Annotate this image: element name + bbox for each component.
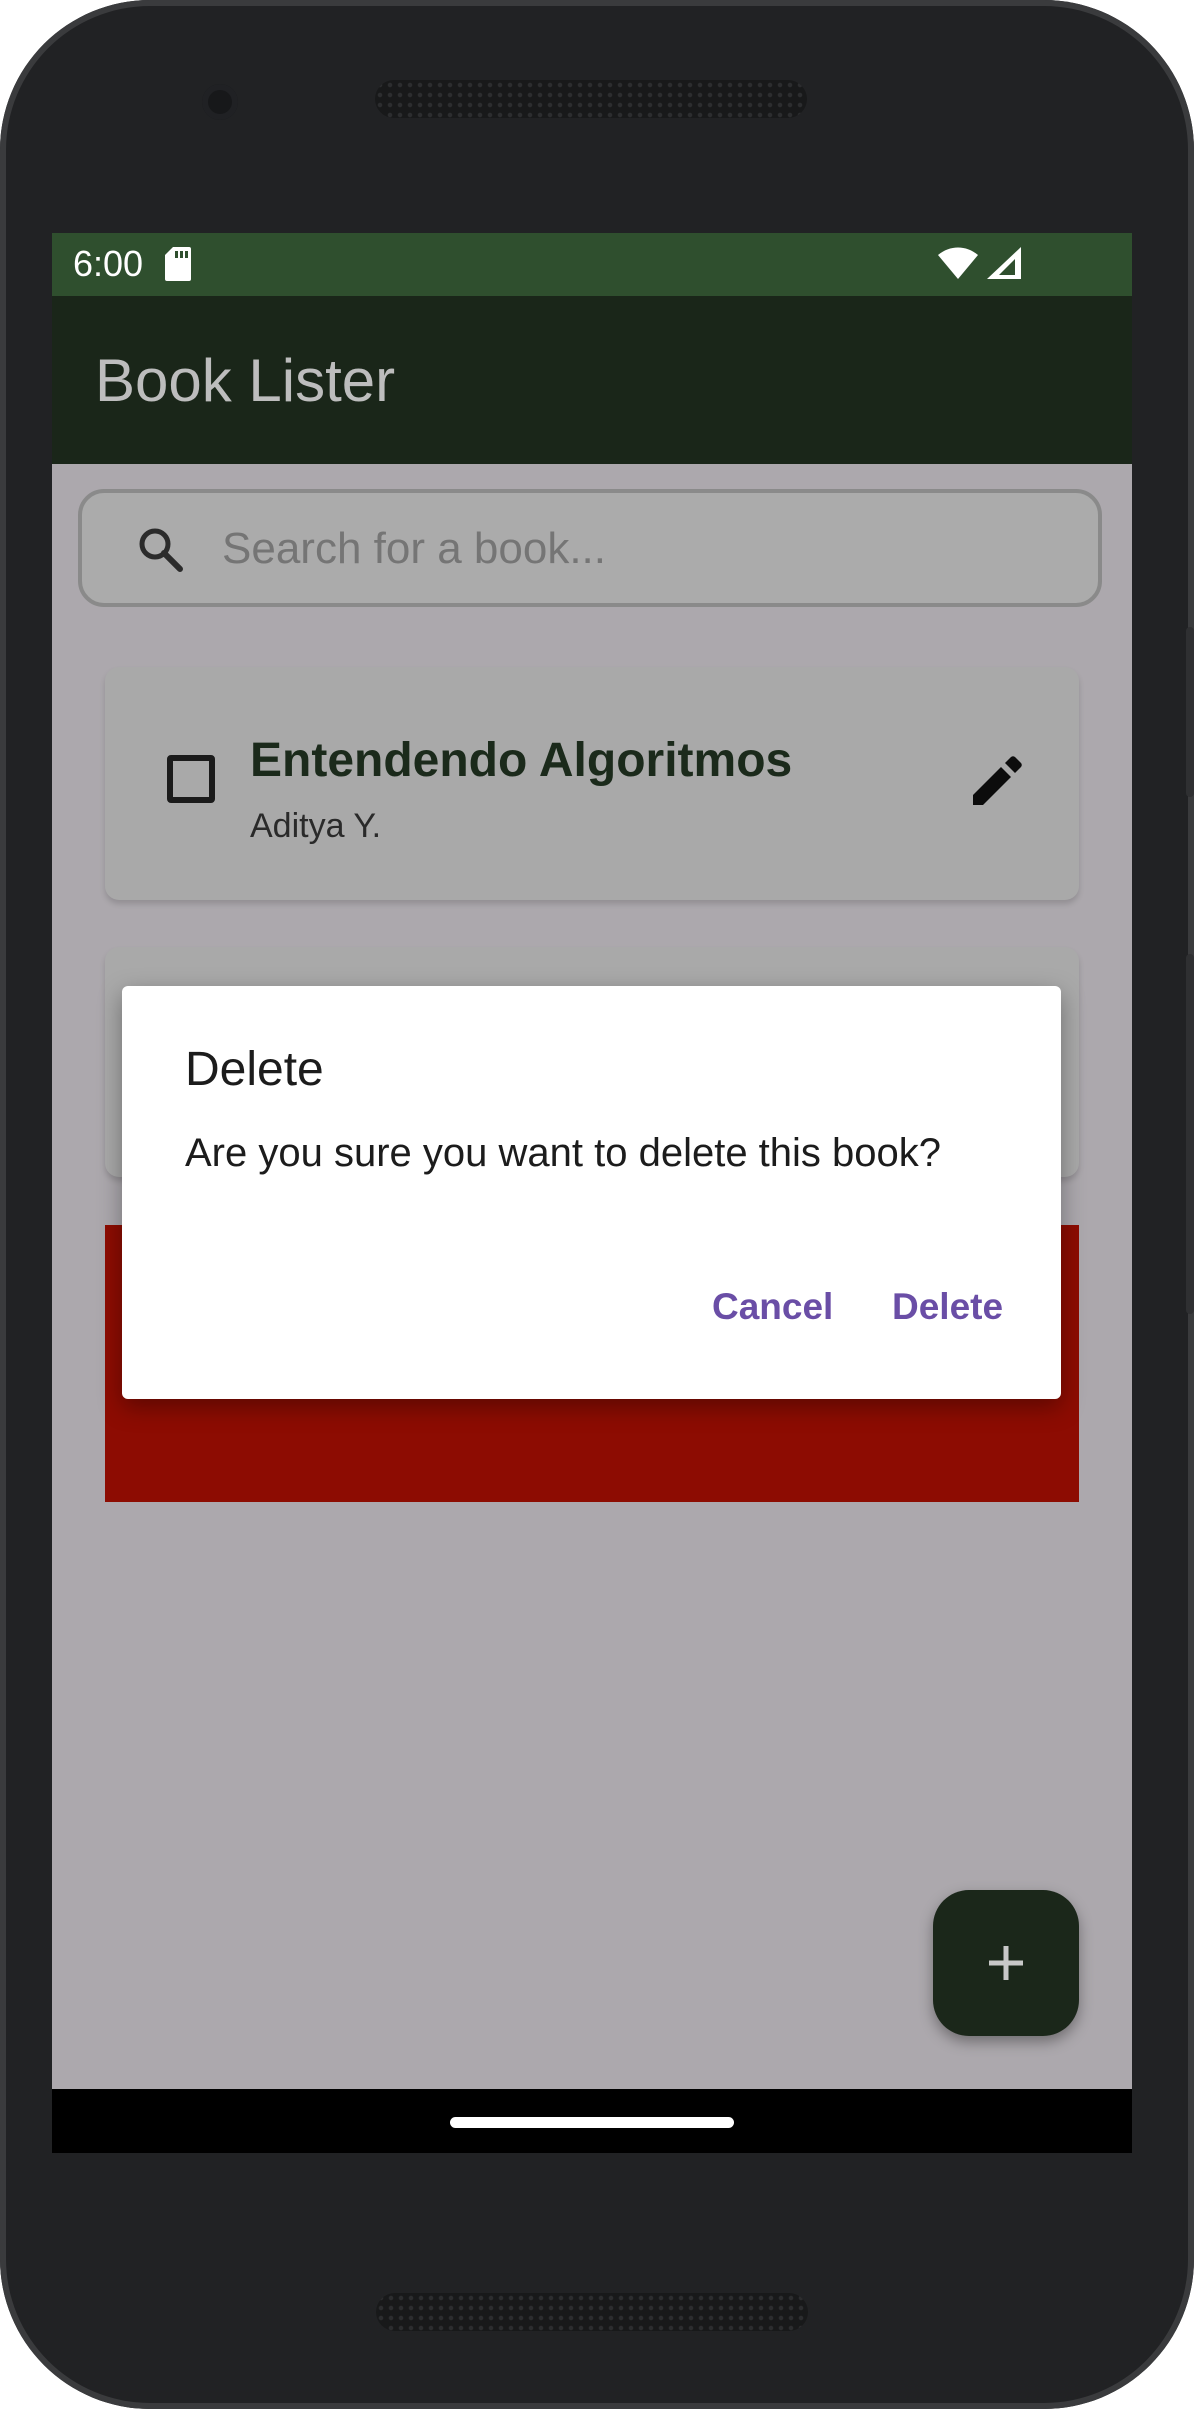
bottom-speaker bbox=[376, 2293, 808, 2331]
read-checkbox[interactable] bbox=[167, 755, 215, 803]
top-speaker bbox=[375, 80, 807, 118]
dialog-message: Are you sure you want to delete this boo… bbox=[185, 1131, 942, 1175]
book-author: Aditya Y. bbox=[250, 807, 382, 845]
add-book-button[interactable] bbox=[933, 1890, 1079, 2036]
app-screen: 6:00 Book Lister Entendendo Algoritmos A… bbox=[52, 233, 1132, 2153]
wifi-icon bbox=[938, 247, 978, 284]
search-input[interactable] bbox=[220, 523, 1044, 575]
volume-button bbox=[1186, 627, 1194, 797]
search-icon bbox=[136, 525, 184, 578]
signal-icon bbox=[987, 247, 1021, 284]
system-nav-bar bbox=[52, 2089, 1132, 2153]
dialog-title: Delete bbox=[185, 1043, 324, 1096]
app-bar: Book Lister bbox=[52, 296, 1132, 464]
confirm-delete-button[interactable]: Delete bbox=[892, 1286, 1003, 1328]
edit-pencil-icon[interactable] bbox=[969, 755, 1023, 814]
book-title: Entendendo Algoritmos bbox=[250, 734, 793, 787]
status-time: 6:00 bbox=[73, 243, 144, 284]
sd-card-icon bbox=[165, 247, 191, 286]
cancel-button[interactable]: Cancel bbox=[712, 1286, 833, 1328]
app-title: Book Lister bbox=[95, 347, 396, 414]
power-button bbox=[1186, 954, 1194, 1314]
search-bar[interactable] bbox=[78, 489, 1102, 607]
phone-frame: 6:00 Book Lister Entendendo Algoritmos A… bbox=[0, 0, 1194, 2409]
front-camera bbox=[202, 84, 238, 120]
home-gesture-handle[interactable] bbox=[450, 2117, 734, 2128]
status-bar: 6:00 bbox=[52, 233, 1132, 296]
book-card[interactable]: Entendendo Algoritmos Aditya Y. bbox=[105, 667, 1079, 900]
plus-icon bbox=[977, 1934, 1035, 1997]
delete-confirmation-dialog: Delete Are you sure you want to delete t… bbox=[122, 986, 1061, 1399]
